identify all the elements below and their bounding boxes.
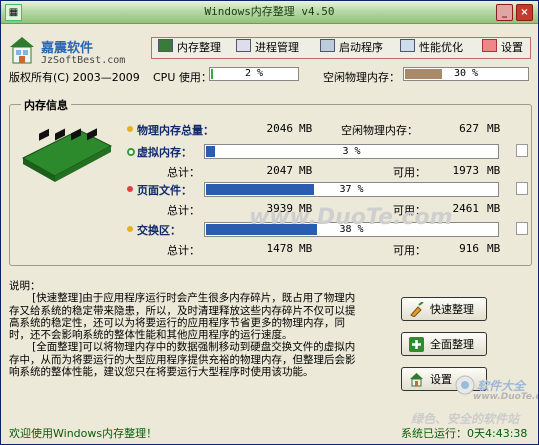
physical-memory-bullet-icon [127, 126, 133, 132]
swap-available-value: 916 [459, 242, 479, 255]
physical-memory-label: 物理内存总量： [137, 124, 214, 137]
page-file-percent: 37 % [339, 184, 364, 195]
logo: 嘉震软件 JzSoftBest.com [7, 33, 147, 69]
add-icon [409, 337, 424, 352]
physical-memory-unit: MB [299, 122, 313, 135]
watermark-logo-url: www.DuoTe.com [473, 392, 538, 402]
virtual-available-unit: MB [487, 164, 501, 177]
settings-icon [482, 39, 497, 52]
page-file-label: 页面文件： [137, 184, 192, 197]
quick-cleanup-label: 快速整理 [430, 303, 474, 316]
tab-startup-programs[interactable]: 启动程序 [320, 38, 383, 58]
tab-label: 内存整理 [177, 41, 221, 54]
tab-label: 设置 [501, 41, 523, 54]
logo-url: JzSoftBest.com [41, 55, 126, 66]
virtual-memory-bar: 3 % [204, 144, 499, 159]
physical-memory-total: 2046 [266, 122, 294, 135]
tab-label: 启动程序 [339, 41, 383, 54]
swap-total-label: 总计： [167, 244, 200, 257]
virtual-total-value: 2047 [266, 164, 294, 177]
swap-total-unit: MB [299, 242, 313, 255]
house-logo-icon [10, 37, 34, 64]
virtual-total-label: 总计： [167, 166, 200, 179]
tab-label: 进程管理 [255, 41, 299, 54]
full-cleanup-label: 全面整理 [430, 338, 474, 351]
description-quick: [快速整理]由于应用程序运行时会产生很多内存碎片，既占用了物理内存又给系统的稳定… [9, 292, 356, 342]
close-button[interactable]: × [516, 4, 533, 21]
chart-window-icon [400, 39, 415, 52]
free-physical-memory-value: 627 [459, 122, 479, 135]
status-uptime: 系统已运行：0天4:43:38 [401, 427, 528, 440]
ram-module-icon [21, 128, 113, 182]
list-window-icon [236, 39, 251, 52]
page-file-bullet-icon [127, 186, 133, 192]
memory-info-title: 内存信息 [21, 97, 71, 113]
free-physical-memory-bar: 30 % [403, 67, 529, 81]
logo-name: 嘉震软件 [41, 40, 94, 55]
description-full: [全面整理]可以将物理内存中的数据强制移动到硬盘交换文件的虚拟内存中，从而为将要… [9, 341, 356, 379]
virtual-memory-scroll[interactable] [516, 144, 528, 157]
watermark-center: www.DuoTe.com [249, 205, 453, 230]
house-settings-icon [410, 373, 423, 387]
page-file-scroll[interactable] [516, 182, 528, 195]
watermark-logo-icon [455, 375, 475, 395]
cpu-usage-text: 2 % [244, 68, 264, 79]
swap-total-value: 1478 [266, 242, 294, 255]
description: 说明： [快速整理]由于应用程序运行时会产生很多内存碎片，既占用了物理内存又给系… [9, 280, 361, 428]
free-physical-memory-text: 30 % [453, 68, 479, 79]
cpu-usage-bar: 2 % [209, 67, 299, 81]
swap-available-label: 可用： [393, 244, 426, 257]
tab-memory-cleanup[interactable]: 内存整理 [158, 38, 221, 58]
tab-settings[interactable]: 设置 [482, 38, 523, 58]
virtual-available-label: 可用： [393, 166, 426, 179]
main-window: ▦ Windows内存整理 v4.50 _ × 嘉震软件 JzSoftBest.… [0, 0, 539, 445]
full-cleanup-button[interactable]: 全面整理 [401, 332, 487, 356]
virtual-memory-percent: 3 % [342, 146, 361, 157]
computer-icon [320, 39, 335, 52]
swap-bullet-icon [127, 226, 133, 232]
quick-cleanup-button[interactable]: 快速整理 [401, 297, 487, 321]
free-physical-memory-label: 空闲物理内存： [323, 71, 400, 84]
memory-chip-icon [158, 39, 173, 52]
swap-scroll[interactable] [516, 222, 528, 235]
window-title: Windows内存整理 v4.50 [204, 5, 335, 18]
settings-label: 设置 [430, 373, 452, 386]
virtual-total-unit: MB [299, 164, 313, 177]
page-file-available-unit: MB [487, 202, 501, 215]
description-heading: 说明： [9, 280, 41, 292]
virtual-available-value: 1973 [452, 164, 480, 177]
nav-toolbar: 内存整理 进程管理 启动程序 性能优化 设置 [151, 37, 531, 59]
cpu-usage-label: CPU 使用： [153, 71, 212, 84]
page-file-bar: 37 % [204, 182, 499, 197]
broom-icon [410, 302, 424, 317]
virtual-memory-bullet-icon [127, 148, 135, 156]
status-welcome: 欢迎使用Windows内存整理！ [9, 427, 158, 440]
free-physical-memory-label-2: 空闲物理内存： [341, 124, 418, 137]
tab-performance-tuning[interactable]: 性能优化 [400, 38, 463, 58]
tab-process-manager[interactable]: 进程管理 [236, 38, 299, 58]
title-bar[interactable]: ▦ Windows内存整理 v4.50 _ × [1, 1, 538, 24]
page-file-total-label: 总计： [167, 204, 200, 217]
free-physical-memory-unit: MB [487, 122, 501, 135]
minimize-button[interactable]: _ [496, 4, 513, 21]
tab-label: 性能优化 [419, 41, 463, 54]
swap-available-unit: MB [487, 242, 501, 255]
copyright: 版权所有(C) 2003—2009 [9, 71, 140, 84]
virtual-memory-label: 虚拟内存： [137, 146, 192, 159]
swap-label: 交换区： [137, 224, 181, 237]
